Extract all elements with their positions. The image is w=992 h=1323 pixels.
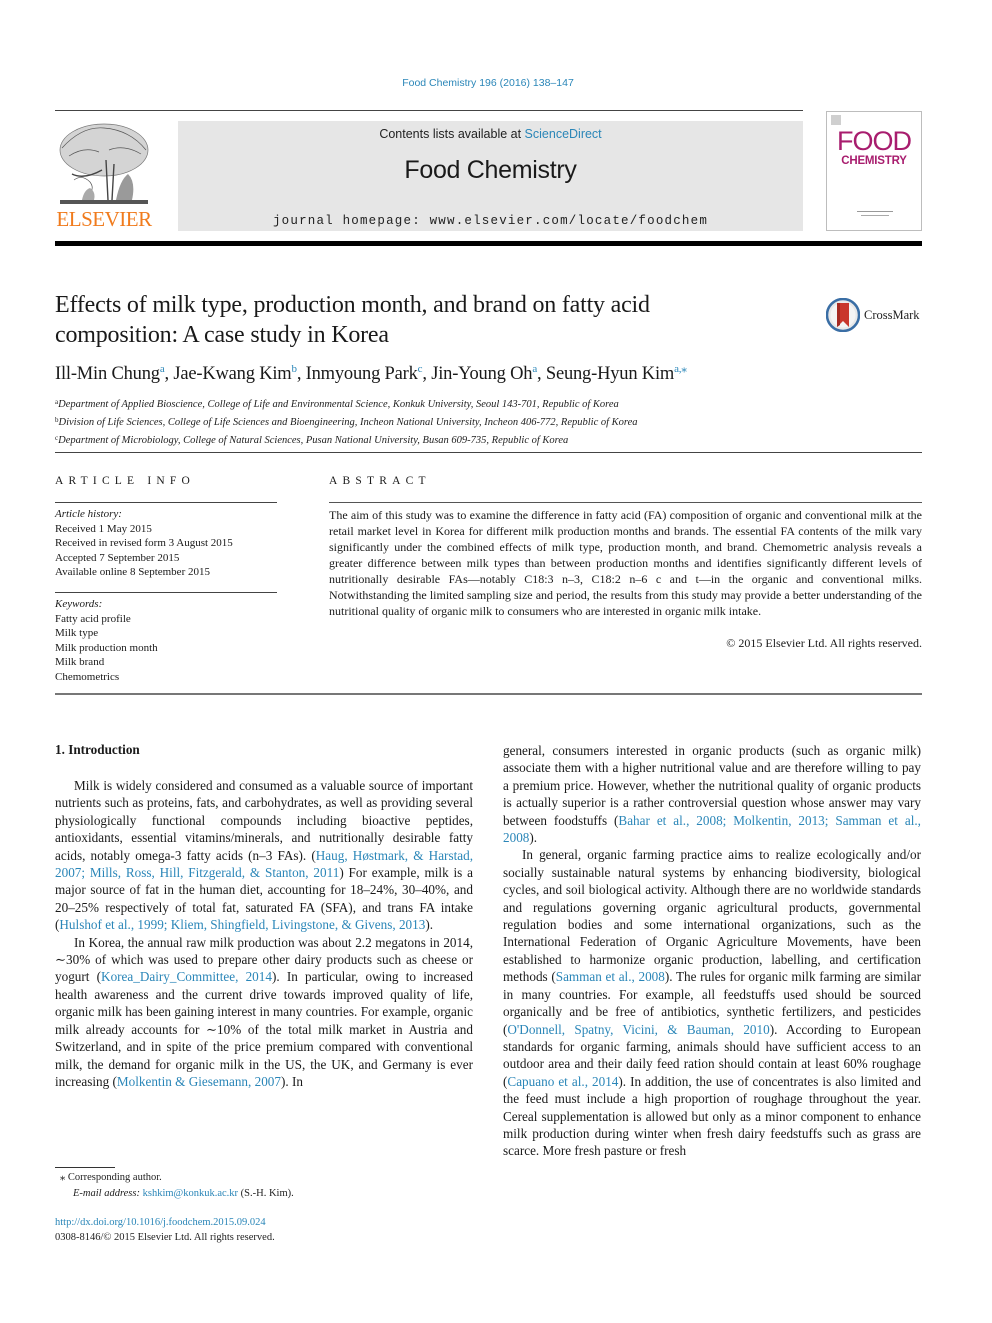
history-item: Received 1 May 2015 — [55, 522, 152, 535]
citation-link[interactable]: Samman et al., 2008 — [556, 969, 665, 984]
affiliation-text: Division of Life Sciences, College of Li… — [58, 416, 638, 428]
keywords-label: Keywords: — [55, 598, 103, 610]
text-run: ). In — [280, 1073, 303, 1089]
abstract-heading: ABSTRACT — [329, 475, 431, 487]
footnotes: ⁎ Corresponding author. E-mail address: … — [60, 1170, 480, 1201]
issn-copyright: 0308-8146/© 2015 Elsevier Ltd. All right… — [55, 1231, 275, 1243]
text-run: ). In particular, owing to increased hea… — [55, 969, 473, 1089]
email-label: E-mail address: — [73, 1187, 143, 1199]
article-history: Article history: Received 1 May 2015 Rec… — [55, 507, 285, 580]
author-affiliation-mark[interactable]: c — [418, 363, 423, 375]
keywords: Keywords: Fatty acid profile Milk type M… — [55, 597, 285, 684]
paragraph: In Korea, the annual raw milk production… — [55, 934, 473, 1091]
paragraph: In general, organic farming practice aim… — [503, 846, 921, 1159]
journal-reference-link[interactable]: Food Chemistry 196 (2016) 138–147 — [0, 77, 976, 89]
elsevier-wordmark: ELSEVIER — [56, 207, 152, 231]
sciencedirect-link[interactable]: ScienceDirect — [525, 127, 602, 141]
cover-footer-line — [857, 211, 893, 212]
journal-homepage-link[interactable]: journal homepage: www.elsevier.com/locat… — [178, 214, 803, 228]
author-name[interactable]: Seung-Hyun Kim — [546, 364, 674, 384]
author-name[interactable]: Jin-Young Oh — [431, 364, 532, 384]
crossmark-button[interactable]: CrossMark — [826, 296, 926, 334]
contents-line: Contents lists available at ScienceDirec… — [178, 127, 803, 141]
asterisk-mark: ⁎ — [60, 1172, 66, 1183]
history-item: Accepted 7 September 2015 — [55, 551, 180, 564]
history-label: Article history: — [55, 508, 122, 520]
author-affiliation-mark[interactable]: a — [160, 363, 165, 375]
keyword-item: Fatty acid profile — [55, 612, 131, 625]
cover-footer-line — [861, 215, 889, 216]
text-run: In general, organic farming practice aim… — [503, 847, 921, 985]
paragraph: Milk is widely considered and consumed a… — [55, 777, 473, 934]
paragraph: general, consumers interested in organic… — [503, 742, 921, 846]
email-suffix: (S.-H. Kim). — [238, 1187, 294, 1199]
keyword-item: Milk production month — [55, 641, 158, 654]
citation-link[interactable]: Capuano et al., 2014 — [507, 1074, 618, 1089]
abstract-rule — [329, 502, 922, 503]
doi-block: http://dx.doi.org/10.1016/j.foodchem.201… — [55, 1216, 475, 1245]
author-affiliation-mark[interactable]: a — [532, 363, 537, 375]
text-run: ). — [425, 917, 434, 933]
cover-publisher-icon — [831, 115, 841, 125]
article-info-rule — [55, 592, 277, 593]
author-name[interactable]: Jae-Kwang Kim — [173, 364, 291, 384]
contents-prefix: Contents lists available at — [379, 127, 525, 141]
text-run: ). — [529, 830, 538, 846]
affiliation-text: Department of Applied Bioscience, Colleg… — [58, 399, 619, 410]
citation-link[interactable]: O'Donnell, Spatny, Vicini, & Bauman, 201… — [507, 1022, 769, 1037]
journal-cover-thumbnail[interactable]: FOOD CHEMISTRY — [826, 111, 922, 231]
affiliations: aDepartment of Applied Bioscience, Colle… — [55, 395, 915, 448]
affiliation-item: cDepartment of Microbiology, College of … — [55, 431, 915, 449]
history-item: Received in revised form 3 August 2015 — [55, 537, 233, 549]
corresponding-author-note: ⁎ Corresponding author. — [60, 1170, 480, 1186]
journal-header-band: Contents lists available at ScienceDirec… — [178, 121, 803, 231]
keyword-item: Milk type — [55, 627, 99, 639]
header-thick-rule — [55, 241, 922, 246]
article-info-heading: ARTICLE INFO — [55, 475, 195, 487]
cover-title-food: FOOD — [837, 126, 912, 156]
affiliation-item: aDepartment of Applied Bioscience, Colle… — [55, 395, 915, 413]
author-list: Ill-Min Chunga, Jae-Kwang Kimb, Inmyoung… — [55, 363, 687, 384]
crossmark-label: CrossMark — [864, 307, 920, 322]
abstract-copyright: © 2015 Elsevier Ltd. All rights reserved… — [726, 636, 922, 650]
body-column-left: Milk is widely considered and consumed a… — [55, 777, 473, 1090]
elsevier-tree-icon — [59, 123, 149, 204]
section-rule — [55, 693, 922, 695]
section-rule — [55, 452, 922, 453]
cover-title-chemistry: CHEMISTRY — [841, 155, 907, 167]
author-name[interactable]: Inmyoung Park — [306, 364, 418, 384]
keyword-item: Milk brand — [55, 656, 105, 668]
author-affiliation-mark[interactable]: a,⁎ — [674, 363, 687, 375]
article-info-rule — [55, 502, 277, 503]
email-note: E-mail address: kshkim@konkuk.ac.kr (S.-… — [60, 1186, 480, 1202]
doi-link[interactable]: http://dx.doi.org/10.1016/j.foodchem.201… — [55, 1216, 475, 1231]
citation-link[interactable]: Hulshof et al., 1999; Kliem, Shingfield,… — [59, 917, 425, 932]
article-title: Effects of milk type, production month, … — [55, 292, 650, 348]
affiliation-item: bDivision of Life Sciences, College of L… — [55, 413, 915, 431]
body-column-right: general, consumers interested in organic… — [503, 742, 921, 1160]
section-heading-introduction: 1. Introduction — [55, 742, 140, 757]
elsevier-logo[interactable]: ELSEVIER — [54, 120, 154, 232]
author-name[interactable]: Ill-Min Chung — [55, 364, 160, 384]
crossmark-icon — [826, 298, 860, 332]
header-rule — [55, 110, 803, 111]
corresponding-author-text: Corresponding author. — [67, 1172, 162, 1183]
abstract-text: The aim of this study was to examine the… — [329, 508, 922, 618]
email-link[interactable]: kshkim@konkuk.ac.kr — [143, 1188, 238, 1199]
citation-link[interactable]: Korea_Dairy_Committee, 2014 — [101, 969, 272, 984]
journal-title: Food Chemistry — [404, 156, 577, 184]
citation-link[interactable]: Molkentin & Giesemann, 2007 — [117, 1074, 281, 1089]
footnote-rule — [55, 1167, 115, 1168]
author-affiliation-mark[interactable]: b — [292, 363, 298, 375]
history-item: Available online 8 September 2015 — [55, 566, 210, 578]
keyword-item: Chemometrics — [55, 670, 120, 683]
affiliation-text: Department of Microbiology, College of N… — [58, 434, 569, 446]
